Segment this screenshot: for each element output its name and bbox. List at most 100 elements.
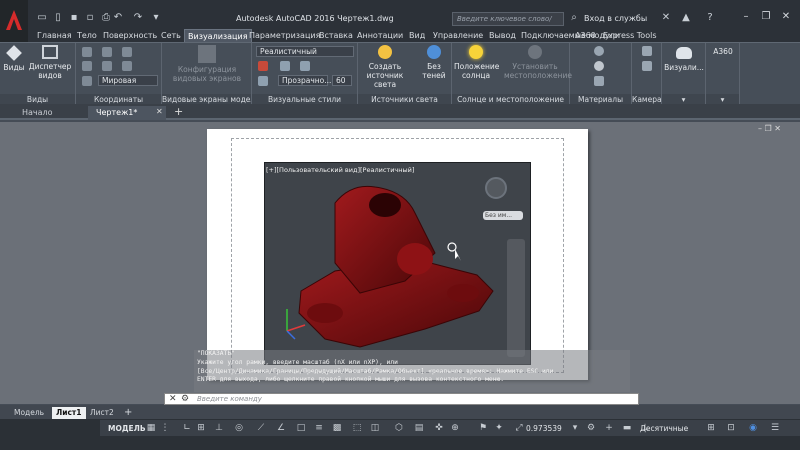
close-tab-icon[interactable]: ✕ — [156, 107, 163, 116]
units-select[interactable]: Десятичные — [640, 424, 688, 433]
materials-on-icon[interactable] — [594, 61, 604, 71]
ucs-view-icon[interactable] — [82, 61, 92, 71]
set-location-button[interactable]: Установить местоположение — [504, 45, 572, 80]
ucs-object-icon[interactable] — [102, 61, 112, 71]
start-tab[interactable]: Начало — [14, 106, 84, 120]
plot-icon[interactable]: ⎙ — [100, 12, 112, 24]
binoculars-icon[interactable]: ⌕ — [568, 12, 580, 24]
tab-manage[interactable]: Управление — [430, 29, 486, 42]
edge-icon[interactable] — [300, 61, 310, 71]
transparency-icon[interactable]: ▩ — [332, 423, 342, 433]
model-tab[interactable]: Модель — [10, 407, 48, 419]
model-space-button[interactable]: МОДЕЛЬ — [108, 424, 146, 433]
new-tab-icon[interactable]: + — [174, 105, 183, 118]
opacity-value[interactable]: 60 — [332, 75, 352, 86]
sheet2-tab[interactable]: Лист2 — [86, 407, 118, 419]
command-input[interactable]: Введите команду — [197, 395, 262, 403]
tab-parametric[interactable]: Параметризация — [246, 29, 323, 42]
workspace-icon[interactable]: ▾ — [150, 12, 162, 24]
new-layout-icon[interactable]: + — [120, 407, 136, 419]
gizmo-icon[interactable]: ✜ — [434, 423, 444, 433]
tab-express-tools[interactable]: Express Tools — [600, 29, 660, 42]
tab-output[interactable]: Вывод — [486, 29, 519, 42]
workspace-switch-icon[interactable]: ✦ — [494, 423, 504, 433]
grid-icon[interactable]: ▦ — [146, 423, 156, 433]
close-cmd-icon[interactable]: ✕ — [169, 394, 177, 404]
attach-by-layer-icon[interactable] — [594, 76, 604, 86]
tab-home[interactable]: Главная — [34, 29, 75, 42]
help-icon[interactable]: ? — [704, 12, 716, 24]
sun-position-button[interactable]: Положение солнца — [454, 45, 499, 80]
shade-icon[interactable] — [258, 61, 268, 71]
customization-icon[interactable]: ☰ — [770, 423, 780, 433]
camera-create-icon[interactable] — [642, 61, 652, 71]
opacity-field[interactable]: Прозрачно... — [278, 75, 331, 86]
quick-properties-icon[interactable]: ⊞ — [706, 423, 716, 433]
lineweight-icon[interactable]: ≡ — [314, 423, 324, 433]
visual-style-select[interactable]: Реалистичный — [256, 46, 354, 57]
dynamic-ucs-icon[interactable]: ⬡ — [394, 423, 404, 433]
views-button[interactable]: Виды — [2, 45, 26, 72]
saveas-icon[interactable]: ▫ — [84, 12, 96, 24]
lock-ui-icon[interactable]: ⚙ — [586, 423, 596, 433]
sheet1-tab[interactable]: Лист1 — [52, 407, 86, 419]
drawing1-tab[interactable]: Чертеж1* — [88, 106, 166, 120]
ortho-icon[interactable]: ⊥ — [214, 423, 224, 433]
new-file-icon[interactable]: ▭ — [36, 12, 48, 24]
tab-surface[interactable]: Поверхность — [100, 29, 160, 42]
viewport-scale[interactable]: 0.973539 — [526, 424, 562, 433]
3d-osnap-icon[interactable]: ◫ — [370, 423, 380, 433]
redo-icon[interactable]: ↷ — [132, 12, 144, 24]
osnap-icon[interactable]: □ — [296, 423, 306, 433]
tab-annotate[interactable]: Аннотации — [354, 29, 406, 42]
viewcube-icon[interactable] — [485, 177, 507, 199]
tab-mesh[interactable]: Сеть — [158, 29, 184, 42]
navigation-bar[interactable] — [507, 239, 525, 357]
undo-icon[interactable]: ↶ — [112, 12, 124, 24]
selection-filter-icon[interactable]: ▤ — [414, 423, 424, 433]
no-shadows-button[interactable]: Без теней — [418, 45, 450, 80]
full-screen-icon[interactable]: ◉ — [748, 423, 758, 433]
drawing-window-controls[interactable]: – ❐ ✕ — [758, 124, 781, 133]
layout-viewport[interactable]: Без им... — [264, 162, 531, 365]
infer-icon[interactable]: ∟ — [182, 423, 192, 433]
minimize-button[interactable]: – — [738, 10, 754, 24]
annotation-visibility-icon[interactable]: ⊕ — [450, 423, 460, 433]
graphics-performance-icon[interactable]: ⊡ — [726, 423, 736, 433]
maximize-button[interactable]: ❐ — [758, 10, 774, 24]
annotation-scale-icon[interactable]: ⚑ — [478, 423, 488, 433]
ucs-origin-icon[interactable] — [122, 47, 132, 57]
tab-visualize[interactable]: Визуализация — [184, 29, 252, 42]
tab-a360[interactable]: A360 — [572, 29, 599, 42]
materials-browser-icon[interactable] — [594, 46, 604, 56]
ucs-x-icon[interactable] — [82, 76, 92, 86]
viewport-config-button[interactable]: Конфигурация видовых экранов — [172, 45, 242, 83]
tab-solid[interactable]: Тело — [74, 29, 100, 42]
isolate-icon[interactable]: + — [604, 423, 614, 433]
polar-icon[interactable]: ◎ — [234, 423, 244, 433]
hardware-accel-icon[interactable]: ▬ — [622, 423, 632, 433]
close-button[interactable]: ✕ — [778, 10, 794, 24]
search-input[interactable]: Введите ключевое слово/фразу — [452, 12, 564, 35]
snap-icon[interactable]: ⋮ — [160, 423, 170, 433]
tab-insert[interactable]: Вставка — [316, 29, 356, 42]
ucs-face-icon[interactable] — [122, 61, 132, 71]
isodraft-icon[interactable]: ⟋ — [256, 423, 266, 433]
application-menu-button[interactable] — [0, 0, 28, 46]
shadow-icon[interactable] — [280, 61, 290, 71]
open-file-icon[interactable]: ▯ — [52, 12, 64, 24]
ucs-named-select[interactable]: Мировая — [98, 75, 158, 86]
ucs-world-icon[interactable] — [102, 47, 112, 57]
save-icon[interactable]: ▪ — [68, 12, 80, 24]
info-icon[interactable]: ▲ — [680, 12, 692, 24]
tab-view[interactable]: Вид — [406, 29, 428, 42]
signin-button[interactable]: Вход в службы — [584, 14, 647, 23]
viewport-controls-label[interactable]: [+][Пользовательский вид][Реалистичный] — [266, 166, 414, 174]
osnap-tracking-icon[interactable]: ∠ — [276, 423, 286, 433]
render-button[interactable]: Визуали... — [664, 47, 704, 72]
camera-icon[interactable] — [642, 46, 652, 56]
selection-cycling-icon[interactable]: ⬚ — [352, 423, 362, 433]
dynamic-input-icon[interactable]: ⊞ — [196, 423, 206, 433]
customize-icon[interactable]: ⚙ — [181, 394, 189, 404]
view-manager-button[interactable]: Диспетчер видов — [28, 45, 72, 80]
